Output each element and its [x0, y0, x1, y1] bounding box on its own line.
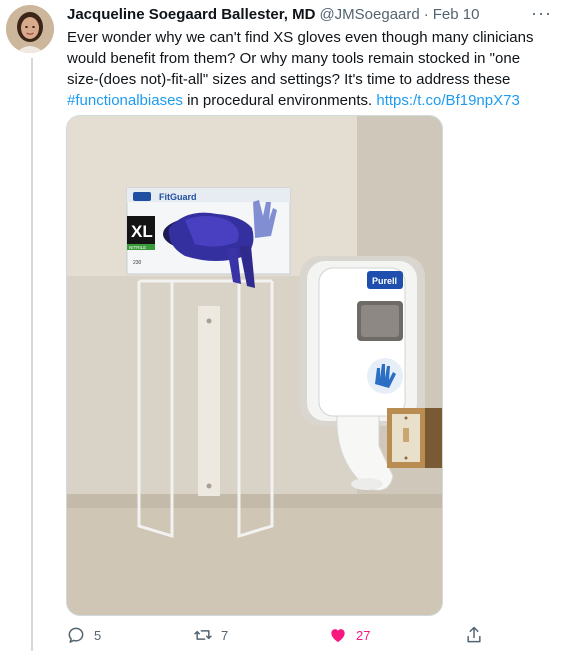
tweet-text-tail: in procedural environments. [182, 92, 377, 109]
dispenser-brand: Purell [372, 276, 397, 286]
display-name[interactable]: Jacqueline Soegaard Ballester, MD [67, 5, 315, 25]
more-options-icon[interactable]: ··· [531, 3, 552, 23]
share-button[interactable] [464, 623, 484, 647]
user-handle[interactable]: @JMSoegaard [319, 5, 419, 25]
reply-count: 5 [94, 627, 102, 643]
tweet-photo[interactable]: FitGuard XL NITRILE 230 Purell [66, 115, 443, 616]
like-count: 27 [356, 627, 371, 643]
reply-icon [68, 627, 84, 643]
tweet-text: Ever wonder why we can't find XS gloves … [67, 27, 542, 111]
glove-box-count: 230 [133, 260, 142, 266]
tweet-header: Jacqueline Soegaard Ballester, MD @JMSoe… [67, 3, 552, 25]
retweet-button[interactable]: 7 [193, 623, 228, 647]
glove-box-sub: NITRILE [129, 245, 146, 250]
photo-glove-dispenser-wall: FitGuard XL NITRILE 230 Purell [67, 116, 442, 615]
separator-dot: · [423, 6, 429, 23]
retweet-count: 7 [221, 627, 229, 643]
tweet-actions: 5 7 27 [66, 623, 496, 647]
thread-line [31, 58, 33, 651]
hashtag-link[interactable]: #functionalbiases [67, 92, 183, 109]
reply-button[interactable]: 5 [66, 623, 101, 647]
tweet-text-body: Ever wonder why we can't find XS gloves … [67, 29, 534, 88]
glove-box-size: XL [131, 222, 153, 241]
avatar[interactable] [6, 5, 54, 53]
like-button[interactable]: 27 [328, 623, 370, 647]
url-link[interactable]: https:/t.co/Bf19npX73 [376, 92, 519, 109]
avatar-image [6, 5, 54, 53]
retweet-icon [194, 630, 212, 640]
tweet-date[interactable]: Feb 10 [433, 5, 480, 25]
share-icon [467, 626, 481, 643]
glove-box-brand: FitGuard [159, 192, 197, 202]
heart-icon [331, 629, 345, 643]
